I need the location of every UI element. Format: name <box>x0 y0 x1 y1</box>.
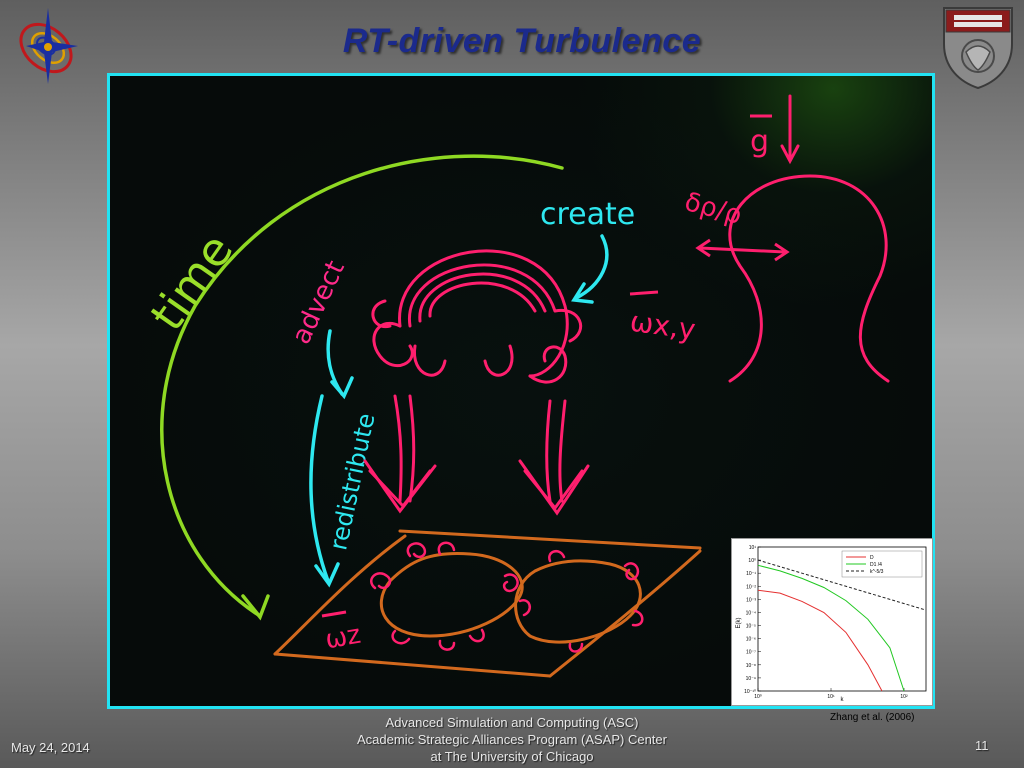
legend-label: k^-5/3 <box>870 569 884 575</box>
omega-xy-label: ωx,y <box>628 305 697 347</box>
x-tick-label: 10¹ <box>827 694 835 700</box>
omega-z-label: ωz <box>323 620 363 656</box>
legend-label: D1 /4 <box>870 562 882 568</box>
footer-line-1: Advanced Simulation and Computing (ASC) <box>385 715 639 730</box>
slide-title: RT-driven Turbulence <box>342 22 702 60</box>
y-tick-label: 10⁻⁵ <box>746 624 756 630</box>
time-label: time <box>140 224 244 340</box>
density-perturbation-label: δρ/ρ <box>681 187 744 231</box>
redistribute-arrow <box>309 394 330 583</box>
x-tick-label: 10² <box>900 694 908 700</box>
y-tick-label: 10⁻⁸ <box>746 663 756 669</box>
y-tick-label: 10⁰ <box>748 558 756 564</box>
legend-label: D <box>870 555 874 561</box>
y-tick-label: 10¹ <box>749 545 757 551</box>
advect-label: advect <box>286 256 351 349</box>
time-arrow <box>160 154 564 618</box>
mushroom-plume <box>371 249 583 384</box>
y-tick-label: 10⁻² <box>746 584 756 590</box>
y-tick-label: 10⁻¹ <box>746 571 756 577</box>
y-tick-label: 10⁻⁶ <box>746 637 756 643</box>
citation: Zhang et al. (2006) <box>830 712 915 723</box>
x-axis-label: k <box>841 697 845 703</box>
bottom-sheet <box>273 529 702 678</box>
footer-line-2: Academic Strategic Alliances Program (AS… <box>357 732 667 747</box>
legend: DD1 /4k^-5/3 <box>841 550 923 578</box>
energy-spectrum-chart: 10¹ 10⁰ 10⁻¹ 10⁻² 10⁻³ 10⁻⁴ 10⁻⁵ 10⁻⁶ 10⁻⁷ 10⁻⁸ 10… <box>731 538 933 706</box>
y-tick-label: 10⁻⁴ <box>746 610 756 616</box>
y-axis-label: E(k) <box>736 618 742 629</box>
bubble-interface <box>728 174 890 383</box>
perturbation-arrow <box>698 246 787 254</box>
footer-affiliation: Advanced Simulation and Computing (ASC) … <box>300 714 724 765</box>
footer-date: May 24, 2014 <box>11 740 90 755</box>
y-tick-label: 10⁻³ <box>746 597 756 603</box>
redistribute-label: redistribute <box>324 411 380 553</box>
gravity-label: g <box>750 124 769 159</box>
x-tick-label: 10⁰ <box>754 694 762 700</box>
page-number: 11 <box>975 738 989 753</box>
footer-line-3: at The University of Chicago <box>430 749 594 764</box>
y-tick-label: 10⁻⁷ <box>746 650 756 656</box>
create-label: create <box>540 197 635 232</box>
spectrum-svg: 10¹ 10⁰ 10⁻¹ 10⁻² 10⁻³ 10⁻⁴ 10⁻⁵ 10⁻⁶ 10⁻⁷ 10⁻⁸ 10… <box>736 545 927 703</box>
downflow-arrows <box>363 394 590 516</box>
y-tick-label: 10⁻⁹ <box>746 676 756 682</box>
